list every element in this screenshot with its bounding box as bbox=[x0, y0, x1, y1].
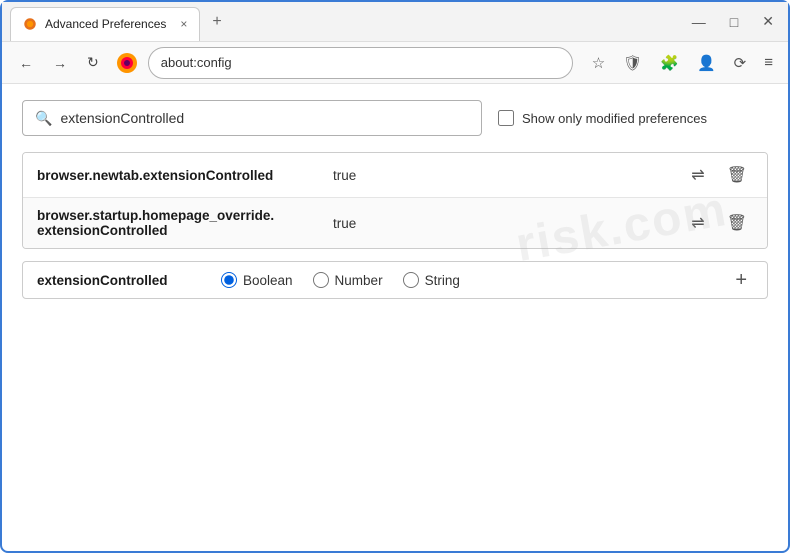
sync-icon[interactable]: ⟳ bbox=[729, 51, 752, 75]
string-label: String bbox=[425, 273, 460, 288]
boolean-radio[interactable] bbox=[221, 272, 237, 288]
row-actions: ⇌ 🗑 bbox=[685, 163, 753, 187]
show-modified-row: Show only modified preferences bbox=[498, 110, 707, 126]
back-button[interactable]: ← bbox=[12, 51, 40, 75]
number-option[interactable]: Number bbox=[313, 272, 383, 288]
table-row: browser.newtab.extensionControlled true … bbox=[23, 153, 767, 198]
search-input[interactable] bbox=[60, 110, 469, 126]
content-area: 🔍 Show only modified preferences browser… bbox=[2, 84, 788, 315]
title-bar: Advanced Preferences × + — □ ✕ bbox=[2, 2, 788, 42]
close-window-button[interactable]: ✕ bbox=[756, 11, 780, 32]
extension-icon[interactable]: 🧩 bbox=[655, 51, 684, 75]
row-actions: ⇌ 🗑 bbox=[685, 211, 753, 235]
tab-close-button[interactable]: × bbox=[180, 18, 187, 30]
table-row: browser.startup.homepage_override. exten… bbox=[23, 198, 767, 248]
window-controls: — □ ✕ bbox=[686, 11, 780, 32]
pref-value: true bbox=[333, 168, 356, 183]
forward-button[interactable]: → bbox=[46, 51, 74, 75]
minimize-button[interactable]: — bbox=[686, 12, 712, 32]
number-label: Number bbox=[335, 273, 383, 288]
pref-name: browser.newtab.extensionControlled bbox=[37, 168, 317, 183]
nav-icons: ☆ 🛡 🧩 👤 ⟳ ≡ bbox=[587, 51, 778, 75]
type-radio-group: Boolean Number String bbox=[221, 272, 460, 288]
boolean-label: Boolean bbox=[243, 273, 293, 288]
new-pref-name: extensionControlled bbox=[37, 273, 197, 288]
pref-value: true bbox=[333, 216, 356, 231]
nav-bar: ← → ↻ about:config ☆ 🛡 🧩 👤 ⟳ ≡ bbox=[2, 42, 788, 84]
string-option[interactable]: String bbox=[403, 272, 460, 288]
delete-button[interactable]: 🗑 bbox=[721, 163, 753, 187]
address-text: about:config bbox=[161, 55, 232, 70]
boolean-option[interactable]: Boolean bbox=[221, 272, 293, 288]
show-modified-checkbox[interactable] bbox=[498, 110, 514, 126]
add-preference-button[interactable]: + bbox=[729, 270, 753, 290]
toggle-button[interactable]: ⇌ bbox=[685, 211, 710, 235]
pref-name-line2: extensionControlled bbox=[37, 223, 317, 238]
show-modified-label: Show only modified preferences bbox=[522, 111, 707, 126]
search-box[interactable]: 🔍 bbox=[22, 100, 482, 136]
reload-button[interactable]: ↻ bbox=[80, 50, 106, 75]
number-radio[interactable] bbox=[313, 272, 329, 288]
browser-tab[interactable]: Advanced Preferences × bbox=[10, 7, 200, 41]
tab-favicon-icon bbox=[23, 17, 37, 31]
firefox-logo-icon bbox=[116, 52, 138, 74]
maximize-button[interactable]: □ bbox=[724, 12, 744, 32]
search-icon: 🔍 bbox=[35, 110, 52, 127]
search-row: 🔍 Show only modified preferences bbox=[22, 100, 768, 136]
toggle-button[interactable]: ⇌ bbox=[685, 163, 710, 187]
shield-icon[interactable]: 🛡 bbox=[618, 51, 647, 75]
new-pref-row: extensionControlled Boolean Number Strin… bbox=[22, 261, 768, 299]
tab-title: Advanced Preferences bbox=[45, 17, 166, 31]
address-bar[interactable]: about:config bbox=[148, 47, 573, 79]
pref-name-multiline: browser.startup.homepage_override. exten… bbox=[37, 208, 317, 238]
bookmark-icon[interactable]: ☆ bbox=[587, 51, 610, 75]
pref-name-line1: browser.startup.homepage_override. bbox=[37, 208, 317, 223]
delete-button[interactable]: 🗑 bbox=[721, 211, 753, 235]
string-radio[interactable] bbox=[403, 272, 419, 288]
new-tab-button[interactable]: + bbox=[206, 13, 227, 31]
profile-icon[interactable]: 👤 bbox=[692, 51, 721, 75]
results-table: browser.newtab.extensionControlled true … bbox=[22, 152, 768, 249]
menu-icon[interactable]: ≡ bbox=[759, 51, 778, 74]
